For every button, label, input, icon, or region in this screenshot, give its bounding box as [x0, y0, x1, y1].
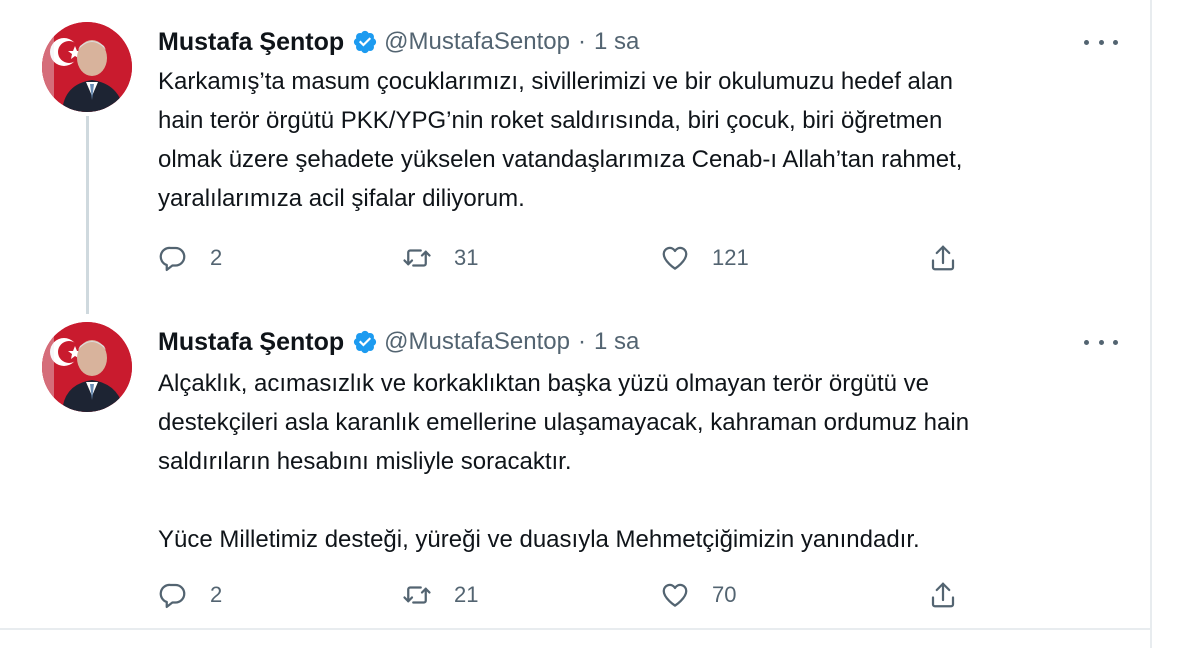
reply-button[interactable]: 2: [158, 240, 222, 276]
retweet-count: 21: [454, 582, 479, 607]
reply-count: 2: [210, 245, 223, 270]
author-handle[interactable]: @MustafaSentop: [384, 28, 570, 56]
separator-dot: ·: [577, 28, 586, 55]
tweet-text-line: yaralılarımıza acil şifalar diliyorum.: [158, 185, 525, 212]
reply-icon: [159, 583, 186, 608]
column-divider: [1150, 0, 1152, 648]
author-name[interactable]: Mustafa Şentop: [158, 328, 344, 357]
timestamp[interactable]: 1 sa: [594, 28, 639, 56]
tweet-card[interactable]: Mustafa Şentop @MustafaSentop · 1 sa Kar…: [0, 0, 1150, 300]
tweet-header: Mustafa Şentop @MustafaSentop · 1 sa: [158, 326, 639, 358]
feed-bottom-divider: [0, 628, 1150, 630]
tweet-text-line: saldırıların hesabını misliyle soracaktı…: [158, 448, 572, 475]
heart-icon: [662, 246, 688, 270]
timestamp[interactable]: 1 sa: [594, 328, 639, 356]
reply-count: 2: [210, 582, 223, 607]
like-count: 121: [712, 245, 749, 270]
tweet-card[interactable]: Mustafa Şentop @MustafaSentop · 1 sa Alç…: [0, 300, 1150, 628]
tweet-header: Mustafa Şentop @MustafaSentop · 1 sa: [158, 26, 639, 58]
retweet-button[interactable]: 21: [402, 577, 478, 613]
retweet-icon: [403, 586, 431, 604]
heart-icon: [662, 583, 688, 607]
tweet-text: Karkamış’ta masum çocuklarımızı, siville…: [158, 62, 1128, 218]
share-button[interactable]: [928, 577, 958, 613]
verified-badge-icon: [352, 329, 378, 355]
tweet-text-line: Karkamış’ta masum çocuklarımızı, siville…: [158, 68, 953, 95]
reply-button[interactable]: 2: [158, 577, 222, 613]
separator-dot: ·: [577, 328, 586, 355]
more-icon[interactable]: [1084, 30, 1118, 54]
tweet-text-line: olmak üzere şehadete yükselen vatandaşla…: [158, 146, 963, 173]
retweet-icon: [403, 249, 431, 267]
author-handle[interactable]: @MustafaSentop: [384, 328, 570, 356]
like-button[interactable]: 70: [660, 577, 736, 613]
tweet-text-paragraph: Yüce Milletimiz desteği, yüreği ve duası…: [158, 526, 920, 553]
reply-icon: [159, 246, 186, 271]
like-button[interactable]: 121: [660, 240, 749, 276]
retweet-button[interactable]: 31: [402, 240, 478, 276]
share-button[interactable]: [928, 240, 958, 276]
like-count: 70: [712, 582, 737, 607]
tweet-text-line: Alçaklık, acımasızlık ve korkaklıktan ba…: [158, 370, 929, 397]
avatar[interactable]: [42, 322, 132, 412]
verified-badge-icon: [352, 29, 378, 55]
retweet-count: 31: [454, 245, 479, 270]
tweet-thread: Mustafa Şentop @MustafaSentop · 1 sa Kar…: [0, 0, 1150, 648]
author-name[interactable]: Mustafa Şentop: [158, 28, 344, 57]
tweet-text-line: destekçileri asla karanlık emellerine ul…: [158, 409, 970, 436]
tweet-text-line: hain terör örgütü PKK/YPG’nin roket sald…: [158, 107, 943, 134]
more-icon[interactable]: [1084, 330, 1118, 354]
share-icon: [931, 582, 955, 608]
share-icon: [931, 245, 955, 271]
tweet-text: Alçaklık, acımasızlık ve korkaklıktan ba…: [158, 364, 1128, 559]
avatar[interactable]: [42, 22, 132, 112]
